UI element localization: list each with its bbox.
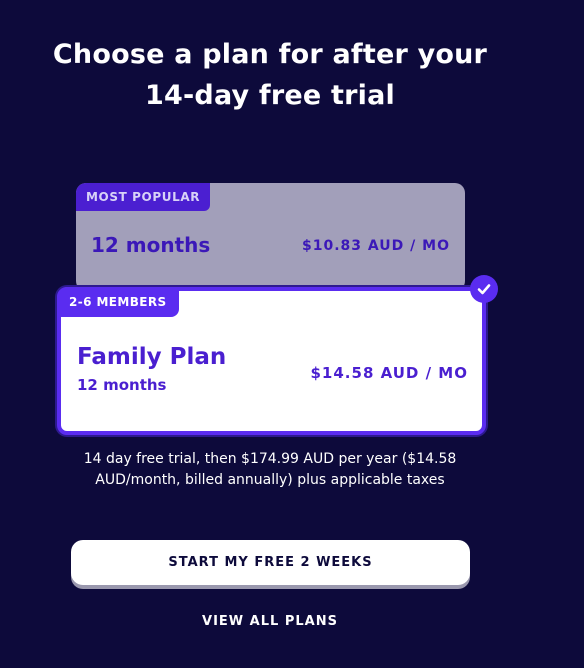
page-title-line-1: Choose a plan for after your — [52, 39, 488, 70]
most-popular-badge: MOST POPULAR — [76, 183, 211, 211]
plan-name-label: Family Plan — [77, 344, 227, 370]
view-all-plans-link[interactable]: VIEW ALL PLANS — [170, 614, 370, 629]
members-badge: 2-6 MEMBERS — [57, 287, 179, 317]
plan-card-12-months[interactable]: MOST POPULAR 12 months $10.83 AUD / MO — [76, 183, 465, 291]
plan-term-label: 12 months — [91, 233, 211, 257]
plan-card-family[interactable]: 2-6 MEMBERS Family Plan 12 months $14.58… — [57, 275, 498, 435]
start-free-trial-button[interactable]: START MY FREE 2 WEEKS — [71, 540, 470, 585]
page-title: Choose a plan for after your 14-day free… — [40, 34, 500, 116]
trial-terms-text: 14 day free trial, then $174.99 AUD per … — [83, 451, 457, 488]
page-title-line-2: 14-day free trial — [145, 80, 395, 111]
plan-price-label: $14.58 AUD / MO — [310, 364, 468, 382]
plan-term-label: 12 months — [77, 376, 167, 394]
check-circle-icon — [470, 275, 498, 303]
plan-price-label: $10.83 AUD / MO — [302, 238, 450, 254]
